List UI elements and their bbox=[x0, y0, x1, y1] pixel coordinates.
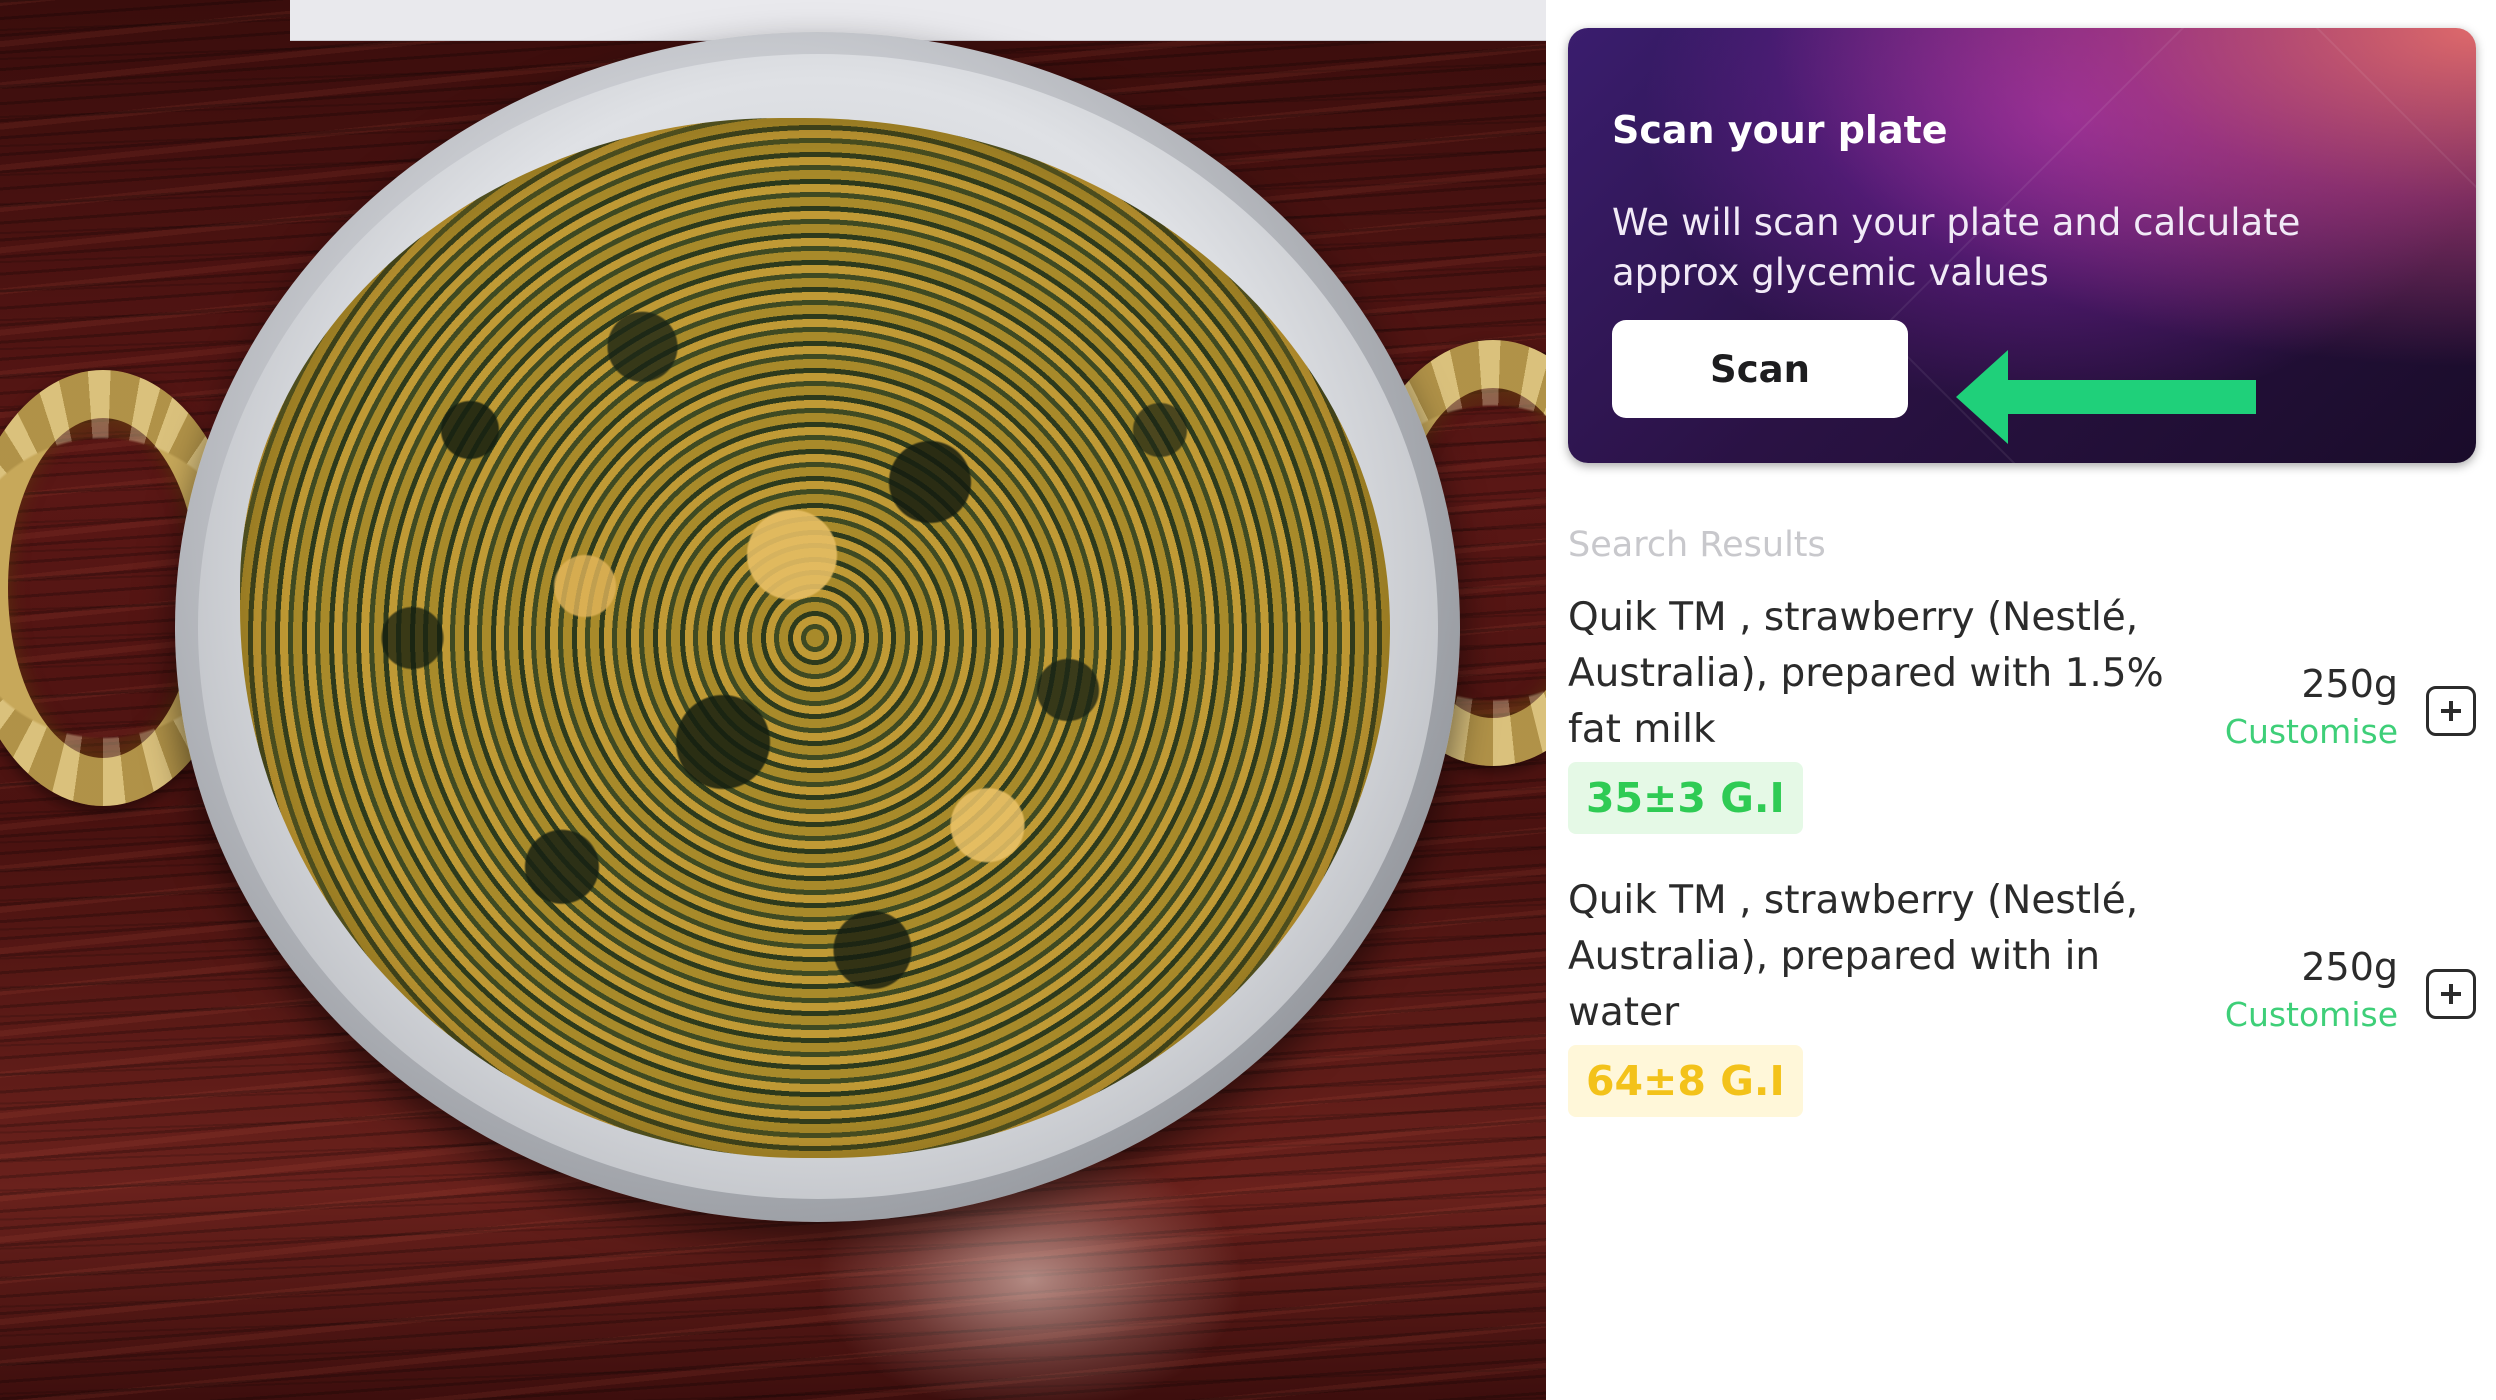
customise-link[interactable]: Customise bbox=[2225, 712, 2398, 751]
gi-badge: 64±8 G.I bbox=[1568, 1045, 1803, 1117]
food-name: Quik TM , strawberry (Nestlé, Australia)… bbox=[1568, 878, 2139, 1035]
arrow-left-icon bbox=[1956, 350, 2256, 444]
scan-card-title: Scan your plate bbox=[1612, 108, 1948, 152]
list-item: Quik TM , strawberry (Nestlé, Australia)… bbox=[1568, 873, 2476, 1123]
food-contents bbox=[240, 118, 1390, 1158]
food-name: Quik TM , strawberry (Nestlé, Australia)… bbox=[1568, 595, 2164, 752]
plus-icon bbox=[2441, 984, 2461, 1004]
scan-button[interactable]: Scan bbox=[1612, 320, 1908, 418]
food-photo bbox=[0, 0, 1546, 1400]
plus-icon bbox=[2441, 701, 2461, 721]
scan-plate-card: Scan your plate We will scan your plate … bbox=[1568, 28, 2476, 463]
serving-weight: 250g bbox=[2301, 662, 2398, 706]
app-panel: Scan your plate We will scan your plate … bbox=[1546, 0, 2496, 1400]
customise-link[interactable]: Customise bbox=[2225, 995, 2398, 1034]
scan-card-description: We will scan your plate and calculate ap… bbox=[1612, 201, 2301, 294]
add-item-button[interactable] bbox=[2426, 686, 2476, 736]
list-item: Quik TM , strawberry (Nestlé, Australia)… bbox=[1568, 590, 2476, 840]
paper-edge bbox=[290, 0, 1546, 41]
serving-weight: 250g bbox=[2301, 945, 2398, 989]
gi-badge: 35±3 G.I bbox=[1568, 762, 1803, 834]
search-results-heading: Search Results bbox=[1568, 525, 1826, 565]
add-item-button[interactable] bbox=[2426, 969, 2476, 1019]
